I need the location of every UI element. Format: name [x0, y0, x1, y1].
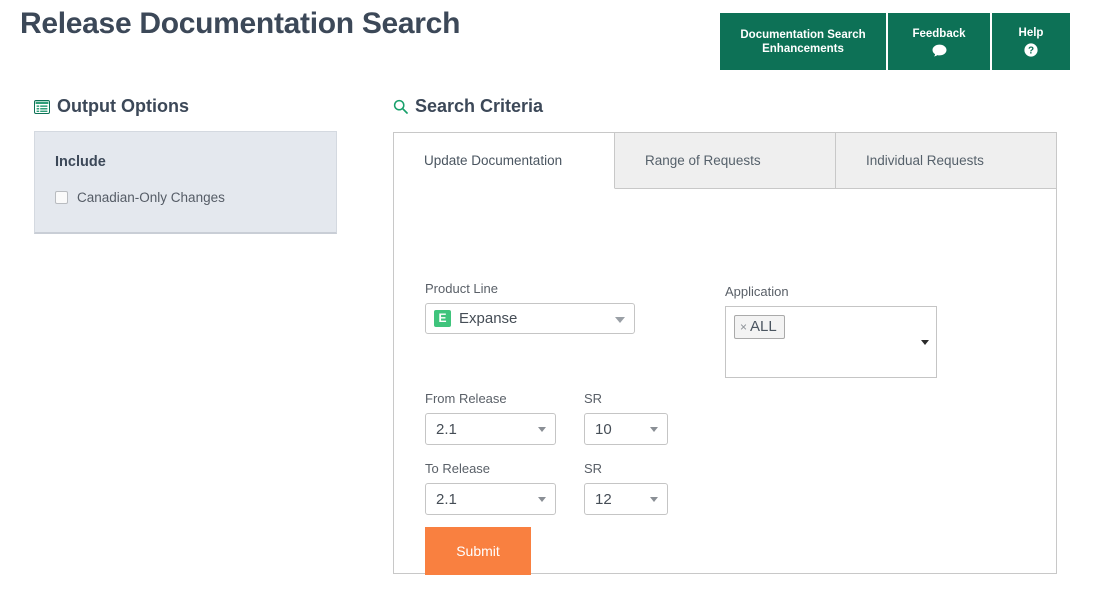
application-label: Application — [725, 284, 789, 299]
from-release-field: From Release 2.1 — [425, 391, 556, 445]
from-sr-value: 10 — [595, 420, 612, 438]
canadian-only-changes-checkbox[interactable] — [55, 191, 68, 204]
documentation-search-enhancements-button[interactable]: Documentation Search Enhancements — [720, 13, 888, 70]
header-button-group: Documentation Search Enhancements Feedba… — [720, 13, 1070, 70]
application-field: Application × ALL — [725, 284, 937, 378]
output-options-heading-label: Output Options — [57, 96, 189, 116]
include-title: Include — [55, 154, 106, 170]
from-release-value: 2.1 — [436, 420, 457, 438]
comment-icon — [932, 44, 947, 57]
page-title: Release Documentation Search — [20, 7, 461, 40]
question-circle-icon: ? — [1024, 43, 1038, 57]
product-line-label: Product Line — [425, 281, 498, 296]
from-sr-select[interactable]: 10 — [584, 413, 668, 445]
tab-update-documentation[interactable]: Update Documentation — [394, 133, 615, 189]
to-release-select[interactable]: 2.1 — [425, 483, 556, 515]
from-sr-field: SR 10 — [584, 391, 668, 445]
tab-range-of-requests-label: Range of Requests — [645, 153, 761, 168]
remove-tag-icon[interactable]: × — [740, 320, 747, 334]
tab-individual-requests-label: Individual Requests — [866, 153, 984, 168]
update-documentation-tab-panel: Product Line E Expanse Application × ALL — [394, 189, 1056, 575]
from-release-select[interactable]: 2.1 — [425, 413, 556, 445]
canadian-only-changes-checkbox-row[interactable]: Canadian-Only Changes — [55, 190, 316, 205]
tab-individual-requests[interactable]: Individual Requests — [836, 133, 1056, 188]
help-button[interactable]: Help ? — [992, 13, 1070, 70]
chevron-down-icon — [538, 427, 546, 432]
expanse-product-icon: E — [434, 310, 451, 327]
to-sr-label: SR — [584, 461, 603, 476]
canadian-only-changes-label: Canadian-Only Changes — [77, 190, 225, 205]
to-sr-field: SR 12 — [584, 461, 668, 515]
chevron-down-icon — [538, 497, 546, 502]
svg-text:?: ? — [1028, 46, 1034, 57]
tab-range-of-requests[interactable]: Range of Requests — [615, 133, 836, 188]
search-criteria-panel: Update Documentation Range of Requests I… — [393, 132, 1057, 575]
search-criteria-heading-label: Search Criteria — [415, 96, 544, 116]
product-line-field: Product Line E Expanse — [425, 281, 635, 334]
product-line-select[interactable]: E Expanse — [425, 303, 635, 334]
from-release-label: From Release — [425, 391, 507, 406]
tab-bar: Update Documentation Range of Requests I… — [394, 133, 1056, 189]
to-release-field: To Release 2.1 — [425, 461, 556, 515]
application-tag-all[interactable]: × ALL — [734, 315, 785, 339]
output-options-heading: Output Options — [34, 96, 189, 117]
documentation-search-enhancements-label: Documentation Search Enhancements — [740, 28, 866, 55]
chevron-down-icon — [615, 316, 625, 323]
search-icon — [393, 99, 408, 114]
tab-update-documentation-label: Update Documentation — [424, 153, 563, 168]
page-root: Release Documentation Search Documentati… — [0, 0, 1110, 602]
to-sr-value: 12 — [595, 490, 612, 508]
feedback-label: Feedback — [912, 27, 966, 40]
feedback-button[interactable]: Feedback — [888, 13, 992, 70]
chevron-down-icon — [650, 427, 658, 432]
application-tag-all-label: ALL — [750, 318, 777, 335]
search-criteria-heading: Search Criteria — [393, 96, 543, 117]
application-multiselect[interactable]: × ALL — [725, 306, 937, 378]
to-sr-select[interactable]: 12 — [584, 483, 668, 515]
include-card: Include Canadian-Only Changes — [34, 131, 337, 234]
help-label: Help — [1018, 27, 1044, 39]
chevron-down-icon[interactable] — [921, 340, 929, 345]
submit-button[interactable]: Submit — [425, 527, 531, 575]
chevron-down-icon — [650, 497, 658, 502]
from-sr-label: SR — [584, 391, 603, 406]
to-release-label: To Release — [425, 461, 491, 476]
to-release-value: 2.1 — [436, 490, 457, 508]
list-alt-icon — [34, 99, 50, 114]
product-line-value: Expanse — [459, 310, 518, 327]
